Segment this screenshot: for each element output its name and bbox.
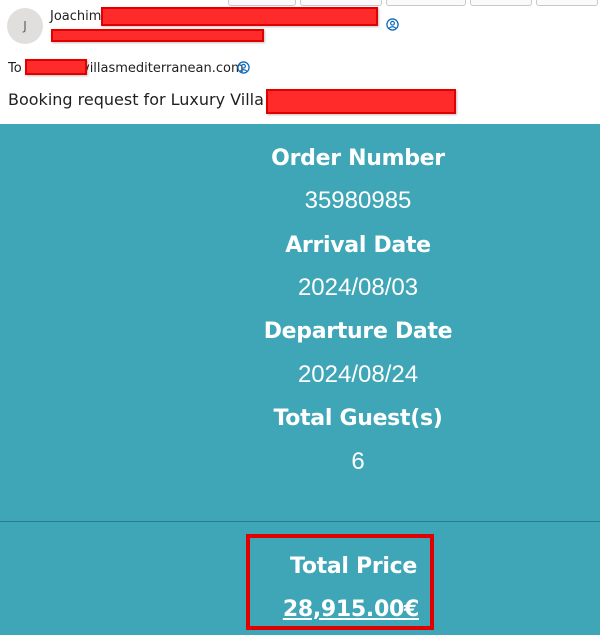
arrival-date-value: 2024/08/03 (297, 274, 419, 301)
order-number-value: 35980985 (304, 187, 412, 214)
recipient-address[interactable]: villasmediterranean.com (82, 61, 244, 76)
email-subject: Booking request for Luxury Villa (8, 90, 264, 109)
contact-card-icon[interactable] (237, 61, 250, 74)
redacted-villa-name (266, 89, 456, 114)
total-guests-value: 6 (351, 448, 365, 475)
sender-name[interactable]: Joachim (50, 9, 101, 24)
toolbar-button[interactable] (300, 0, 382, 6)
total-price-value[interactable]: 28,915.00€ (283, 597, 419, 622)
departure-date-value: 2024/08/24 (297, 361, 419, 388)
contact-card-icon[interactable] (386, 18, 399, 31)
toolbar-button[interactable] (228, 0, 296, 6)
redacted-recipient (25, 59, 87, 75)
toolbar-button[interactable] (536, 0, 598, 6)
sender-avatar[interactable]: J (7, 8, 43, 44)
departure-date-label: Departure Date (263, 319, 453, 344)
email-body: Order Number 35980985 Arrival Date 2024/… (0, 124, 600, 635)
total-price-label: Total Price (290, 554, 417, 579)
toolbar-button[interactable] (386, 0, 466, 6)
arrival-date-label: Arrival Date (285, 233, 431, 258)
section-divider (0, 521, 600, 522)
order-number-label: Order Number (271, 146, 445, 171)
redacted-sender-email (51, 29, 264, 42)
toolbar-button[interactable] (470, 0, 532, 6)
redacted-sender-name (101, 7, 378, 26)
to-label: To (8, 61, 22, 76)
total-guests-label: Total Guest(s) (273, 406, 443, 431)
